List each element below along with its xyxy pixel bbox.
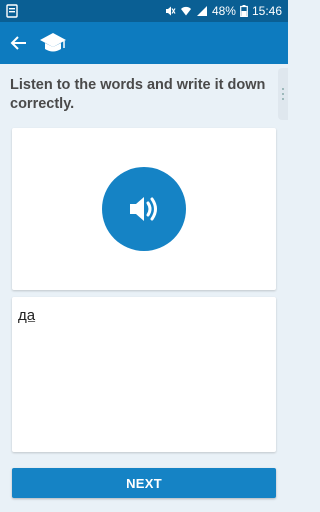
battery-icon bbox=[240, 5, 248, 17]
signal-icon bbox=[196, 6, 207, 16]
answer-card[interactable]: да bbox=[12, 297, 276, 452]
answer-input[interactable]: да bbox=[18, 307, 270, 324]
play-audio-button[interactable] bbox=[102, 167, 186, 251]
battery-percentage: 48% bbox=[211, 4, 236, 18]
back-button[interactable] bbox=[6, 30, 32, 56]
clock: 15:46 bbox=[251, 4, 282, 18]
audio-card bbox=[12, 128, 276, 290]
speaker-icon bbox=[130, 197, 157, 221]
status-bar: 48% 15:46 bbox=[0, 0, 288, 22]
instruction-text: Listen to the words and write it down co… bbox=[10, 77, 266, 112]
wifi-icon bbox=[180, 6, 191, 16]
notification-icon bbox=[6, 4, 18, 18]
status-bar-right: 48% 15:46 bbox=[164, 3, 282, 19]
next-button[interactable]: NEXT bbox=[12, 468, 276, 498]
app-bar bbox=[0, 22, 288, 64]
mute-icon bbox=[165, 6, 176, 16]
graduation-cap-icon bbox=[38, 28, 68, 58]
back-arrow-icon bbox=[10, 36, 26, 50]
